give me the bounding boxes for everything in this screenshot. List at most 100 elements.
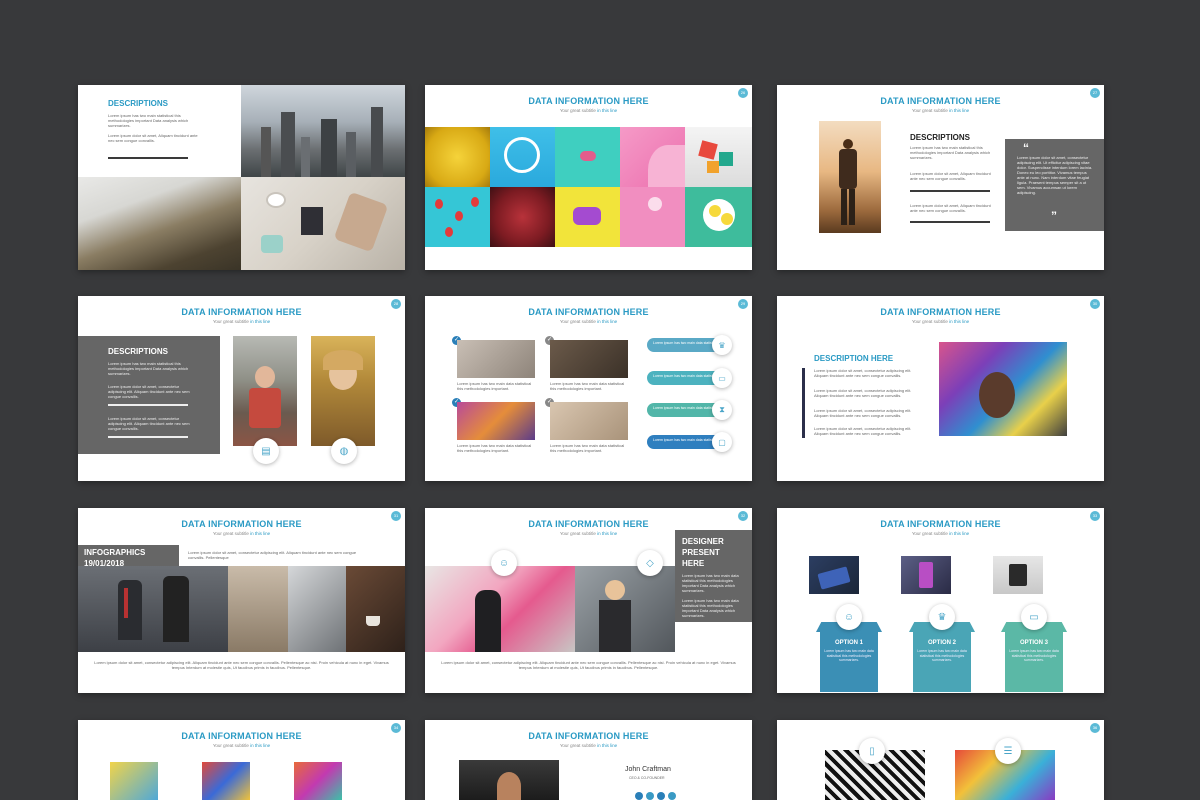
- colored-blocks-image: [685, 127, 752, 187]
- slide-number: 29: [738, 299, 748, 309]
- smile-icon[interactable]: ☺: [836, 604, 862, 630]
- database-icon[interactable]: ☰: [995, 738, 1021, 764]
- slide-body-text: Lorem ipsum dolor sit amet, consectetur …: [108, 416, 190, 431]
- image-caption: Lorem ipsum has two main data statistica…: [550, 443, 625, 453]
- social-icon[interactable]: [635, 792, 643, 800]
- slide-footer-text: Lorem ipsum dolor sit amet, consectetur …: [94, 660, 389, 670]
- slide-body-text: Lorem ipsum dolor sit amet, consectetur …: [814, 426, 912, 436]
- member-role: CEO & CO-FOUNDER: [629, 776, 665, 780]
- slide-pop-art[interactable]: DATA INFORMATION HERE Your great subtitl…: [78, 720, 405, 800]
- image-caption: Lorem ipsum has two main data statistica…: [457, 381, 532, 391]
- slide-number: 34: [391, 723, 401, 733]
- divider: [910, 190, 990, 192]
- slide-subtitle: Your great subtitle in this line: [911, 531, 970, 536]
- smoke-flare-image: [425, 566, 575, 652]
- globe-icon[interactable]: ◍: [331, 438, 357, 464]
- document-icon[interactable]: ▤: [253, 438, 279, 464]
- slide-body-text: Lorem ipsum has two main statistical thi…: [910, 145, 991, 160]
- hourglass-icon[interactable]: ⧗: [712, 400, 732, 420]
- business-people-image: [78, 566, 228, 652]
- pop-art-image-2: [202, 762, 250, 800]
- slide-title: DATA INFORMATION HERE: [181, 307, 302, 317]
- office-meeting-image: [228, 566, 288, 652]
- slide-subtitle: Your great subtitle in this line: [212, 531, 271, 536]
- quote-panel: “ Lorem ipsum dolor sit amet, consectetu…: [1005, 139, 1104, 231]
- monitor-icon[interactable]: ▭: [1021, 604, 1047, 630]
- slide-number: 30: [1090, 299, 1100, 309]
- panel-line-2: PRESENT: [682, 548, 720, 557]
- image-caption: Lorem ipsum has two main data statistica…: [550, 381, 625, 391]
- diamond-icon[interactable]: ◇: [637, 550, 663, 576]
- foggy-forest-image: [78, 177, 241, 270]
- slide-title: DATA INFORMATION HERE: [181, 519, 302, 529]
- slide-subtitle: Your great subtitle in this line: [911, 108, 970, 113]
- slide-title: DATA INFORMATION HERE: [880, 307, 1001, 317]
- slide-body-text: Lorem ipsum dolor sit amet, Aliquam tinc…: [910, 203, 991, 213]
- teal-toy-image: [555, 127, 620, 187]
- slide-designer-present[interactable]: DATA INFORMATION HERE Your great subtitl…: [425, 508, 752, 693]
- slide-descriptions-quote[interactable]: DATA INFORMATION HERE Your great subtitl…: [777, 85, 1104, 270]
- slide-color-grid[interactable]: DATA INFORMATION HERE Your great subtitl…: [425, 85, 752, 270]
- slide-description-art[interactable]: DATA INFORMATION HERE Your great subtitl…: [777, 296, 1104, 481]
- social-icon[interactable]: [668, 792, 676, 800]
- option-label: OPTION 2: [927, 640, 956, 646]
- chat-icon[interactable]: ▢: [712, 432, 732, 452]
- slide-footer-text: Lorem ipsum dolor sit amet, consectetur …: [441, 660, 736, 670]
- slide-descriptions-city[interactable]: DESCRIPTIONS Lorem ipsum has two main st…: [78, 85, 405, 270]
- laptop-typing-image: [288, 566, 346, 652]
- option-text: Lorem ipsum has two main data statistica…: [824, 649, 874, 662]
- slide-art-gallery[interactable]: 36 ▯ ☰: [777, 720, 1104, 800]
- slide-title: DATA INFORMATION HERE: [528, 519, 649, 529]
- slide-body-text: Lorem ipsum has two main statistical thi…: [108, 113, 189, 128]
- slide-body-text: Lorem ipsum dolor sit amet, consectetur …: [814, 408, 912, 418]
- slide-subtitle: Your great subtitle in this line: [212, 743, 271, 748]
- image-caption: Lorem ipsum has two main data statistica…: [457, 443, 532, 453]
- social-icon[interactable]: [646, 792, 654, 800]
- slide-body-text: Lorem ipsum has two main statistical thi…: [108, 361, 189, 376]
- phone-icon[interactable]: ▯: [859, 738, 885, 764]
- open-quote-icon: “: [1023, 141, 1029, 155]
- slide-subtitle: Your great subtitle in this line: [212, 319, 271, 324]
- option-card-2[interactable]: OPTION 2 Lorem ipsum has two main data s…: [909, 622, 975, 692]
- smartphone-image: [901, 556, 951, 594]
- slide-body-text: Lorem ipsum dolor sit amet, consectetur …: [814, 388, 912, 398]
- slide-infographics-business[interactable]: DATA INFORMATION HERE Your great subtitl…: [78, 508, 405, 693]
- option-text: Lorem ipsum has two main data statistica…: [917, 649, 967, 662]
- option-text: Lorem ipsum has two main data statistica…: [1009, 649, 1059, 662]
- berries-image: [490, 187, 555, 247]
- handshake-image: [550, 402, 628, 440]
- slide-body-text: Lorem ipsum dolor sit amet, consectetur …: [814, 368, 912, 378]
- trophy-icon[interactable]: ♛: [929, 604, 955, 630]
- slide-descriptions-portraits[interactable]: DATA INFORMATION HERE Your great subtitl…: [78, 296, 405, 481]
- slide-options[interactable]: DATA INFORMATION HERE Your great subtitl…: [777, 508, 1104, 693]
- slide-number: 33: [1090, 511, 1100, 521]
- option-card-3[interactable]: OPTION 3 Lorem ipsum has two main data s…: [1001, 622, 1067, 692]
- hands-laptop-image: [550, 340, 628, 378]
- slide-number: 31: [391, 511, 401, 521]
- woman-portrait-image: [233, 336, 297, 446]
- slide-title: DATA INFORMATION HERE: [181, 731, 302, 741]
- slide-heading: DESCRIPTION HERE: [814, 354, 894, 363]
- slide-checklist-pills[interactable]: DATA INFORMATION HERE Your great subtitl…: [425, 296, 752, 481]
- social-icon[interactable]: [657, 792, 665, 800]
- vintage-camera-image: [993, 556, 1043, 594]
- smile-icon[interactable]: ☺: [491, 550, 517, 576]
- slide-number: 27: [1090, 88, 1100, 98]
- tattooed-woman-image: [575, 566, 675, 652]
- quote-text: Lorem ipsum dolor sit amet, consectetur …: [1017, 155, 1093, 195]
- city-skyline-image: [241, 85, 405, 177]
- slide-number: 28: [391, 299, 401, 309]
- slide-heading: DESCRIPTIONS: [910, 133, 971, 142]
- pink-arch-image: [620, 127, 688, 195]
- slide-team-member[interactable]: DATA INFORMATION HERE Your great subtitl…: [425, 720, 752, 800]
- slide-subtitle: Your great subtitle in this line: [559, 319, 618, 324]
- colorful-hands-image: [457, 402, 535, 440]
- option-label: OPTION 3: [1019, 640, 1048, 646]
- slide-title: DATA INFORMATION HERE: [880, 96, 1001, 106]
- option-card-1[interactable]: OPTION 1 Lorem ipsum has two main data s…: [816, 622, 882, 692]
- designer-panel: DESIGNER PRESENT HERE Lorem ipsum has tw…: [675, 530, 752, 622]
- monitor-icon[interactable]: ▭: [712, 368, 732, 388]
- trophy-icon[interactable]: ♛: [712, 335, 732, 355]
- divider: [108, 157, 188, 159]
- slide-title: DATA INFORMATION HERE: [528, 731, 649, 741]
